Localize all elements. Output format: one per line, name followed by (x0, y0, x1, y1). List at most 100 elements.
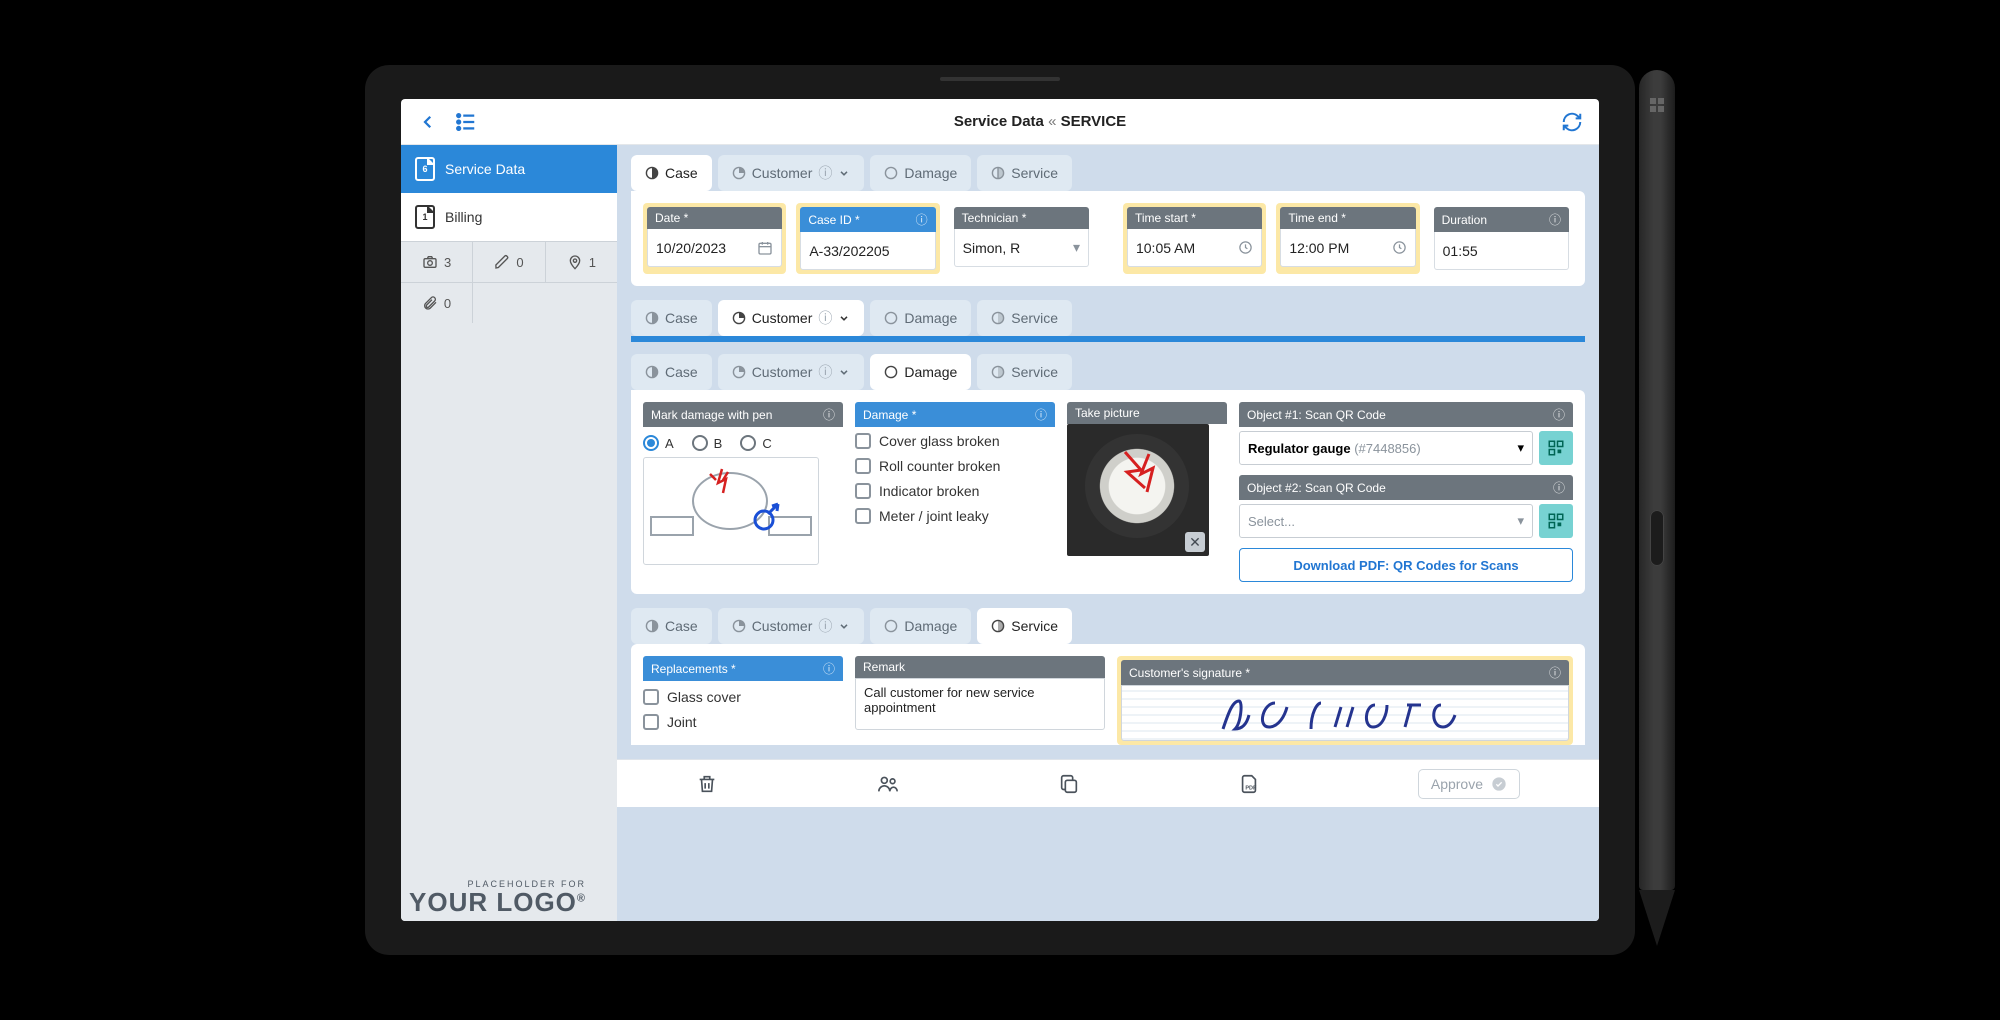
counter-edits[interactable]: 0 (473, 242, 545, 282)
check-roll-counter[interactable]: Roll counter broken (855, 458, 1055, 474)
section-service: Case Customer ⓘ Damage (631, 608, 1585, 745)
info-icon: ⓘ (1549, 664, 1561, 681)
people-button[interactable] (876, 773, 900, 795)
check-joint[interactable]: Joint (643, 714, 843, 730)
remark-textarea[interactable]: Call customer for new service appointmen… (855, 678, 1105, 730)
damage-checks-block: Damage *ⓘ Cover glass broken Roll counte… (855, 402, 1055, 582)
document-icon: 6 (415, 157, 435, 181)
document-icon: 1 (415, 205, 435, 229)
tab-customer[interactable]: Customer ⓘ (718, 354, 865, 390)
info-icon: ⓘ (818, 308, 832, 328)
signature-pad[interactable] (1121, 685, 1569, 741)
tab-service[interactable]: Service (977, 608, 1072, 644)
tab-service[interactable]: Service (977, 300, 1072, 336)
title-right: SERVICE (1061, 113, 1127, 130)
page-title: Service Data « SERVICE (553, 113, 1527, 130)
info-icon: ⓘ (823, 406, 835, 423)
svg-text:PDF: PDF (1245, 785, 1257, 791)
approve-button[interactable]: Approve (1418, 769, 1520, 799)
download-pdf-button[interactable]: Download PDF: QR Codes for Scans (1239, 548, 1573, 582)
service-panel: Replacements *ⓘ Glass cover Joint Remark… (631, 644, 1585, 745)
scan2-select[interactable]: Select... ▾ (1239, 504, 1533, 538)
info-icon: ⓘ (1035, 406, 1047, 423)
field-technician: Technician * Simon, R ▾ (950, 203, 1093, 274)
tab-case[interactable]: Case (631, 608, 712, 644)
copy-button[interactable] (1058, 773, 1080, 795)
scan1-select[interactable]: Regulator gauge (#7448856) ▾ (1239, 431, 1533, 465)
counter-photos[interactable]: 3 (401, 242, 473, 282)
tab-case[interactable]: Case (631, 155, 712, 191)
remove-photo-button[interactable]: ✕ (1185, 532, 1205, 552)
chevron-down-icon: ▾ (1073, 239, 1080, 256)
check-glass-cover[interactable]: Glass cover (643, 689, 843, 705)
sidebar: 6 Service Data 1 Billing 3 0 (401, 145, 617, 921)
tab-case[interactable]: Case (631, 300, 712, 336)
tab-damage[interactable]: Damage (870, 155, 971, 191)
radio-b[interactable]: B (692, 435, 723, 451)
list-icon[interactable] (451, 107, 481, 137)
info-icon: ⓘ (916, 211, 928, 228)
signature-block: Customer's signature *ⓘ (1117, 656, 1573, 745)
tabs-damage: Case Customer ⓘ Damage (631, 354, 1585, 390)
remark-block: Remark Call customer for new service app… (855, 656, 1105, 745)
tablet-frame: Service Data « SERVICE 6 Service Data (365, 65, 1635, 955)
chevron-down-icon: ▾ (1517, 440, 1524, 456)
duration-value: 01:55 (1434, 232, 1569, 270)
customer-progress (631, 336, 1585, 342)
tab-customer[interactable]: Customer ⓘ (718, 608, 865, 644)
stylus (1639, 70, 1675, 950)
date-input[interactable]: 10/20/2023 (647, 229, 782, 267)
info-icon: ⓘ (1549, 211, 1561, 228)
field-date: Date * 10/20/2023 (643, 203, 786, 274)
sidebar-item-billing[interactable]: 1 Billing (401, 193, 617, 241)
check-cover-glass[interactable]: Cover glass broken (855, 433, 1055, 449)
tab-service[interactable]: Service (977, 354, 1072, 390)
tab-damage[interactable]: Damage (870, 300, 971, 336)
tab-damage[interactable]: Damage (870, 354, 971, 390)
scan1-qr-button[interactable] (1539, 431, 1573, 465)
trash-button[interactable] (696, 773, 718, 795)
counter-pins[interactable]: 1 (546, 242, 617, 282)
title-left: Service Data (954, 113, 1044, 130)
field-caseid: Case ID *ⓘ A-33/202205 (796, 203, 939, 274)
meter-diagram[interactable] (643, 457, 819, 565)
info-icon: ⓘ (823, 660, 835, 677)
timestart-input[interactable]: 10:05 AM (1127, 229, 1262, 267)
tab-customer[interactable]: Customer ⓘ (718, 155, 865, 191)
sidebar-counters: 3 0 1 (401, 241, 617, 283)
check-meter-joint[interactable]: Meter / joint leaky (855, 508, 1055, 524)
tab-case[interactable]: Case (631, 354, 712, 390)
counter-attachments[interactable]: 0 (401, 283, 473, 323)
section-damage: Case Customer ⓘ Damage (631, 354, 1585, 594)
tabs-customer: Case Customer ⓘ Damage (631, 300, 1585, 336)
timeend-input[interactable]: 12:00 PM (1280, 229, 1415, 267)
check-indicator[interactable]: Indicator broken (855, 483, 1055, 499)
field-time-end: Time end * 12:00 PM (1276, 203, 1419, 274)
technician-select[interactable]: Simon, R ▾ (954, 229, 1089, 267)
field-duration: Durationⓘ 01:55 (1430, 203, 1573, 274)
screen: Service Data « SERVICE 6 Service Data (401, 99, 1599, 921)
sidebar-item-service-data[interactable]: 6 Service Data (401, 145, 617, 193)
title-separator: « (1048, 113, 1056, 130)
scan2-qr-button[interactable] (1539, 504, 1573, 538)
caseid-input[interactable]: A-33/202205 (800, 232, 935, 270)
tab-service[interactable]: Service (977, 155, 1072, 191)
tabs-case: Case Customer ⓘ Damage (631, 155, 1585, 191)
mark-damage-block: Mark damage with penⓘ A B C (643, 402, 843, 582)
radio-c[interactable]: C (740, 435, 771, 451)
sidebar-counters-2: 0 (401, 283, 617, 323)
photo-thumbnail[interactable]: ✕ (1067, 424, 1209, 556)
logo-placeholder: PLACEHOLDER FOR YOUR LOGO® (409, 880, 586, 915)
scan-block: Object #1: Scan QR Codeⓘ Regulator gauge… (1239, 402, 1573, 582)
pdf-button[interactable]: PDF (1238, 773, 1260, 795)
refresh-button[interactable] (1557, 107, 1587, 137)
radio-a[interactable]: A (643, 435, 674, 451)
back-button[interactable] (413, 107, 443, 137)
info-icon: ⓘ (818, 362, 832, 382)
tab-damage[interactable]: Damage (870, 608, 971, 644)
tab-customer[interactable]: Customer ⓘ (718, 300, 865, 336)
info-icon: ⓘ (1553, 406, 1565, 423)
replacements-block: Replacements *ⓘ Glass cover Joint (643, 656, 843, 745)
section-customer: Case Customer ⓘ Damage (631, 300, 1585, 342)
take-picture-block: Take picture ✕ (1067, 402, 1227, 582)
